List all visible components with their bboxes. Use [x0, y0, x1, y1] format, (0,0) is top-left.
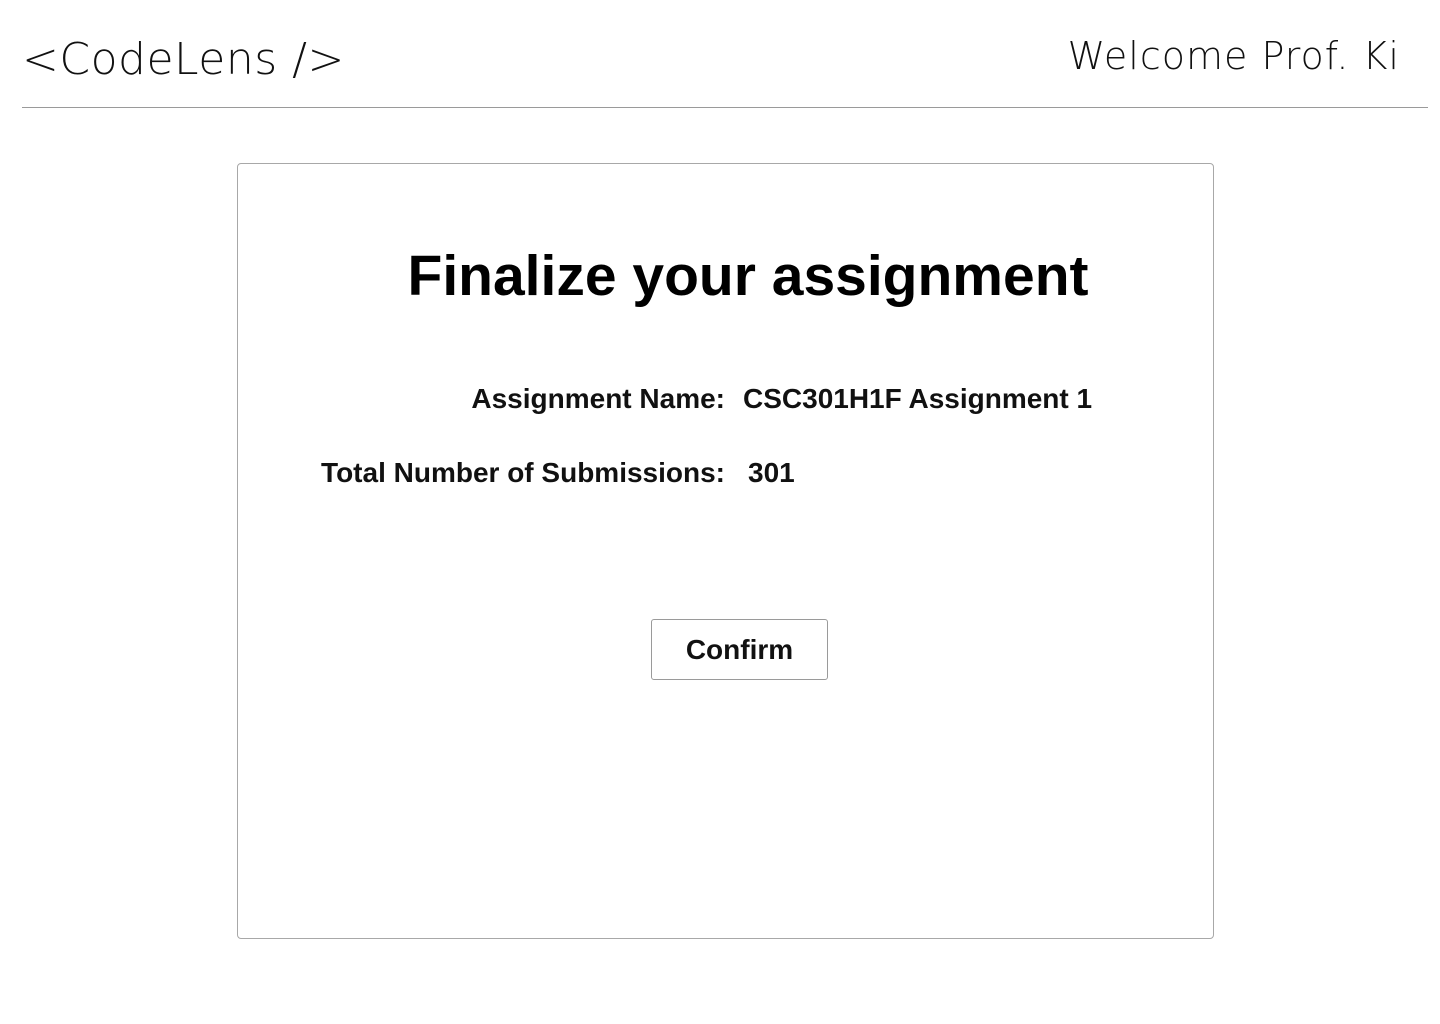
assignment-name-label: Assignment Name:: [471, 383, 725, 414]
page-title: Finalize your assignment: [407, 244, 1089, 308]
confirm-button[interactable]: Confirm: [651, 619, 828, 680]
header: <CodeLens /> Welcome Prof. Ki: [22, 0, 1428, 108]
assignment-name-value: CSC301H1F Assignment 1: [743, 383, 1093, 414]
finalize-assignment-card: Finalize your assignment Assignment Name…: [237, 163, 1214, 939]
welcome-message: Welcome Prof. Ki: [1067, 34, 1400, 78]
submissions-count-value: 301: [748, 457, 795, 488]
submissions-count-label: Total Number of Submissions:: [321, 457, 725, 488]
app-logo[interactable]: <CodeLens />: [22, 32, 345, 88]
